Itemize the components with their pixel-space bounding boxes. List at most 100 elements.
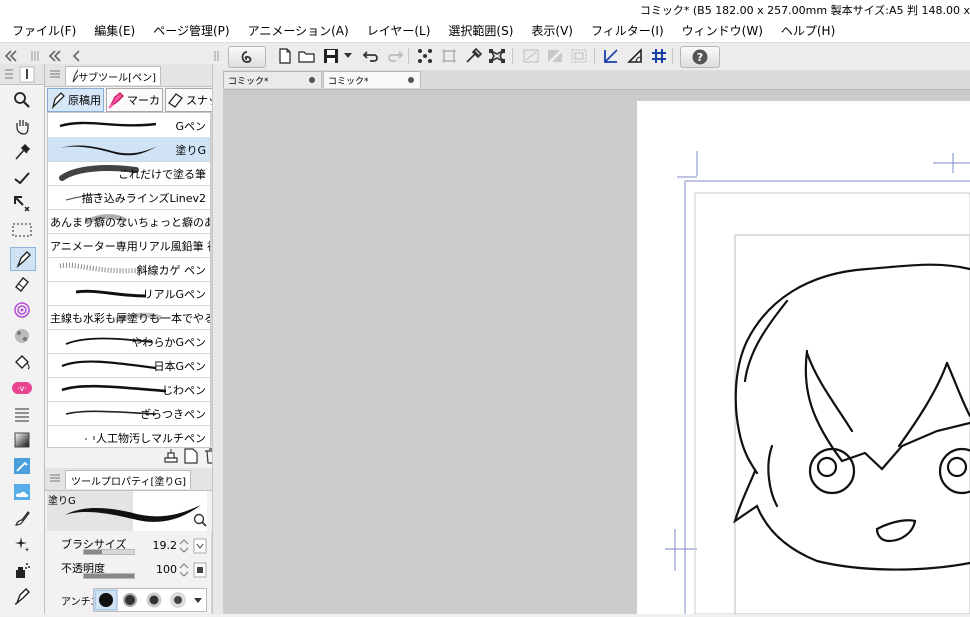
- menu-selection[interactable]: 選択範囲(S): [436, 22, 519, 39]
- toolbar-divider: [512, 48, 513, 64]
- list-item[interactable]: 描き込みラインズLinev2: [48, 185, 210, 210]
- cloud-tool-icon[interactable]: [10, 481, 34, 503]
- close-icon[interactable]: [309, 77, 315, 83]
- blend-tool-icon[interactable]: [10, 325, 34, 347]
- menu-file[interactable]: ファイル(F): [0, 22, 82, 39]
- list-item[interactable]: 日本Gペン: [48, 353, 210, 378]
- document-tab-1[interactable]: コミック*: [323, 71, 421, 88]
- clear-outside-icon[interactable]: [522, 47, 540, 65]
- list-item[interactable]: 斜線カゲ ペン: [48, 257, 210, 282]
- new-subtool-icon[interactable]: [183, 448, 199, 467]
- fill-tool-icon[interactable]: [10, 351, 34, 373]
- ruler-snap-icon[interactable]: [602, 47, 620, 65]
- collapse-left-icon[interactable]: [2, 47, 20, 65]
- menu-window[interactable]: ウィンドウ(W): [670, 22, 769, 39]
- list-item[interactable]: アニメーター専用リアル風鉛筆 社: [48, 233, 210, 258]
- transform-dots-icon[interactable]: [416, 47, 434, 65]
- line-tool-icon[interactable]: [10, 403, 34, 425]
- document-tab-0[interactable]: コミック*: [223, 71, 322, 88]
- menu-icon[interactable]: [49, 472, 61, 487]
- tab-subtool-pen[interactable]: サブツール[ペン]: [65, 66, 161, 85]
- list-item[interactable]: あんまり癖のないちょっと癖のある: [48, 209, 210, 234]
- eyedropper-tool-icon[interactable]: [10, 141, 34, 163]
- selection-tool-icon[interactable]: [10, 219, 34, 241]
- balloon-tool-icon[interactable]: ·v·: [10, 377, 34, 399]
- fill-selection-icon[interactable]: [546, 47, 564, 65]
- search-icon[interactable]: [193, 513, 207, 527]
- menu-icon[interactable]: [49, 68, 61, 83]
- menu-filter[interactable]: フィルター(I): [579, 22, 670, 39]
- hand-tool-icon[interactable]: [10, 115, 34, 137]
- undo-icon[interactable]: [362, 47, 380, 65]
- eyedropper-icon[interactable]: [464, 47, 482, 65]
- save-icon[interactable]: [322, 47, 340, 65]
- menu-view[interactable]: 表示(V): [519, 22, 579, 39]
- correction-tool-icon[interactable]: [10, 585, 34, 607]
- group-tab-0[interactable]: 原稿用: [47, 88, 104, 112]
- brush-stroke-preview: [60, 145, 158, 156]
- brush-size-slider[interactable]: [83, 549, 135, 555]
- crop-icon[interactable]: [440, 47, 458, 65]
- color-picker-tool-icon[interactable]: [10, 455, 34, 477]
- redo-icon[interactable]: [386, 47, 404, 65]
- menu-animation[interactable]: アニメーション(A): [236, 22, 355, 39]
- operation-tool-icon[interactable]: [10, 167, 34, 189]
- brush-size-value[interactable]: 19.2: [151, 539, 178, 552]
- stepper-icon[interactable]: [179, 562, 189, 578]
- menu-icon[interactable]: [0, 64, 44, 84]
- list-item[interactable]: 主線も水彩も厚塗りも一本でやる: [48, 305, 210, 330]
- open-folder-icon[interactable]: [298, 47, 316, 65]
- close-icon[interactable]: [408, 77, 414, 83]
- pen-tool-icon[interactable]: [10, 247, 36, 271]
- clip-studio-button[interactable]: [228, 46, 266, 68]
- menu-help[interactable]: ヘルプ(H): [769, 22, 841, 39]
- copy-subtool-icon[interactable]: [163, 448, 179, 467]
- toolbar-divider: [672, 48, 673, 64]
- chevron-down-icon[interactable]: [342, 47, 354, 65]
- subtool-tab-strip: サブツール[ペン]: [45, 64, 222, 87]
- new-file-icon[interactable]: [276, 47, 294, 65]
- decoration-tool-icon[interactable]: [10, 299, 34, 321]
- brush-name: 描き込みラインズLinev2: [81, 192, 206, 205]
- special-ruler-snap-icon[interactable]: [626, 47, 644, 65]
- pressure-icon[interactable]: [193, 538, 207, 554]
- list-item[interactable]: じわペン: [48, 377, 210, 402]
- subtool-panel: サブツール[ペン] 原稿用 マーカ スナッ Gペン 塗りG これだけで塗る筆 描…: [45, 64, 222, 468]
- brush-name: これだけで塗る筆: [118, 168, 206, 181]
- list-item[interactable]: 人工物汚しマルチペン: [48, 425, 210, 447]
- menu-page[interactable]: ページ管理(P): [141, 22, 235, 39]
- list-item[interactable]: ざらつきペン: [48, 401, 210, 426]
- opacity-value[interactable]: 100: [151, 563, 177, 576]
- move-layer-tool-icon[interactable]: [10, 193, 34, 215]
- antialias-selector[interactable]: [93, 588, 207, 612]
- chevron-left-icon[interactable]: [68, 47, 86, 65]
- brush-name: 斜線カゲ ペン: [136, 264, 207, 277]
- gradient-tool-icon[interactable]: [10, 429, 34, 451]
- list-item[interactable]: 塗りG: [48, 137, 210, 162]
- list-item[interactable]: これだけで塗る筆: [48, 161, 210, 186]
- zoom-tool-icon[interactable]: [10, 89, 34, 111]
- menu-edit[interactable]: 編集(E): [82, 22, 141, 39]
- opacity-toggle-icon[interactable]: [193, 562, 207, 578]
- spray-tool-icon[interactable]: [10, 559, 34, 581]
- menu-layer[interactable]: レイヤー(L): [355, 22, 437, 39]
- brush-name: じわペン: [162, 384, 206, 397]
- list-item[interactable]: Gペン: [48, 113, 210, 138]
- group-tab-1[interactable]: マーカ: [106, 88, 163, 112]
- tab-tool-property[interactable]: ツールプロパティ[塗りG]: [65, 470, 191, 489]
- sparkle-tool-icon[interactable]: [10, 533, 34, 555]
- brush-tool-icon[interactable]: [10, 507, 34, 529]
- eraser-tool-icon[interactable]: [10, 273, 34, 295]
- manga-page[interactable]: [637, 101, 970, 615]
- stepper-icon[interactable]: [179, 538, 189, 554]
- expand-selection-icon[interactable]: [570, 47, 588, 65]
- opacity-slider[interactable]: [83, 573, 135, 579]
- property-tab-strip: ツールプロパティ[塗りG]: [45, 468, 222, 491]
- list-item[interactable]: やわらかGペン: [48, 329, 210, 354]
- mesh-transform-icon[interactable]: [488, 47, 506, 65]
- collapse-left-icon[interactable]: [46, 47, 64, 65]
- panel-divider[interactable]: [212, 64, 223, 614]
- list-item[interactable]: リアルGペン: [48, 281, 210, 306]
- grid-snap-icon[interactable]: [650, 47, 668, 65]
- help-button[interactable]: ?: [680, 46, 720, 68]
